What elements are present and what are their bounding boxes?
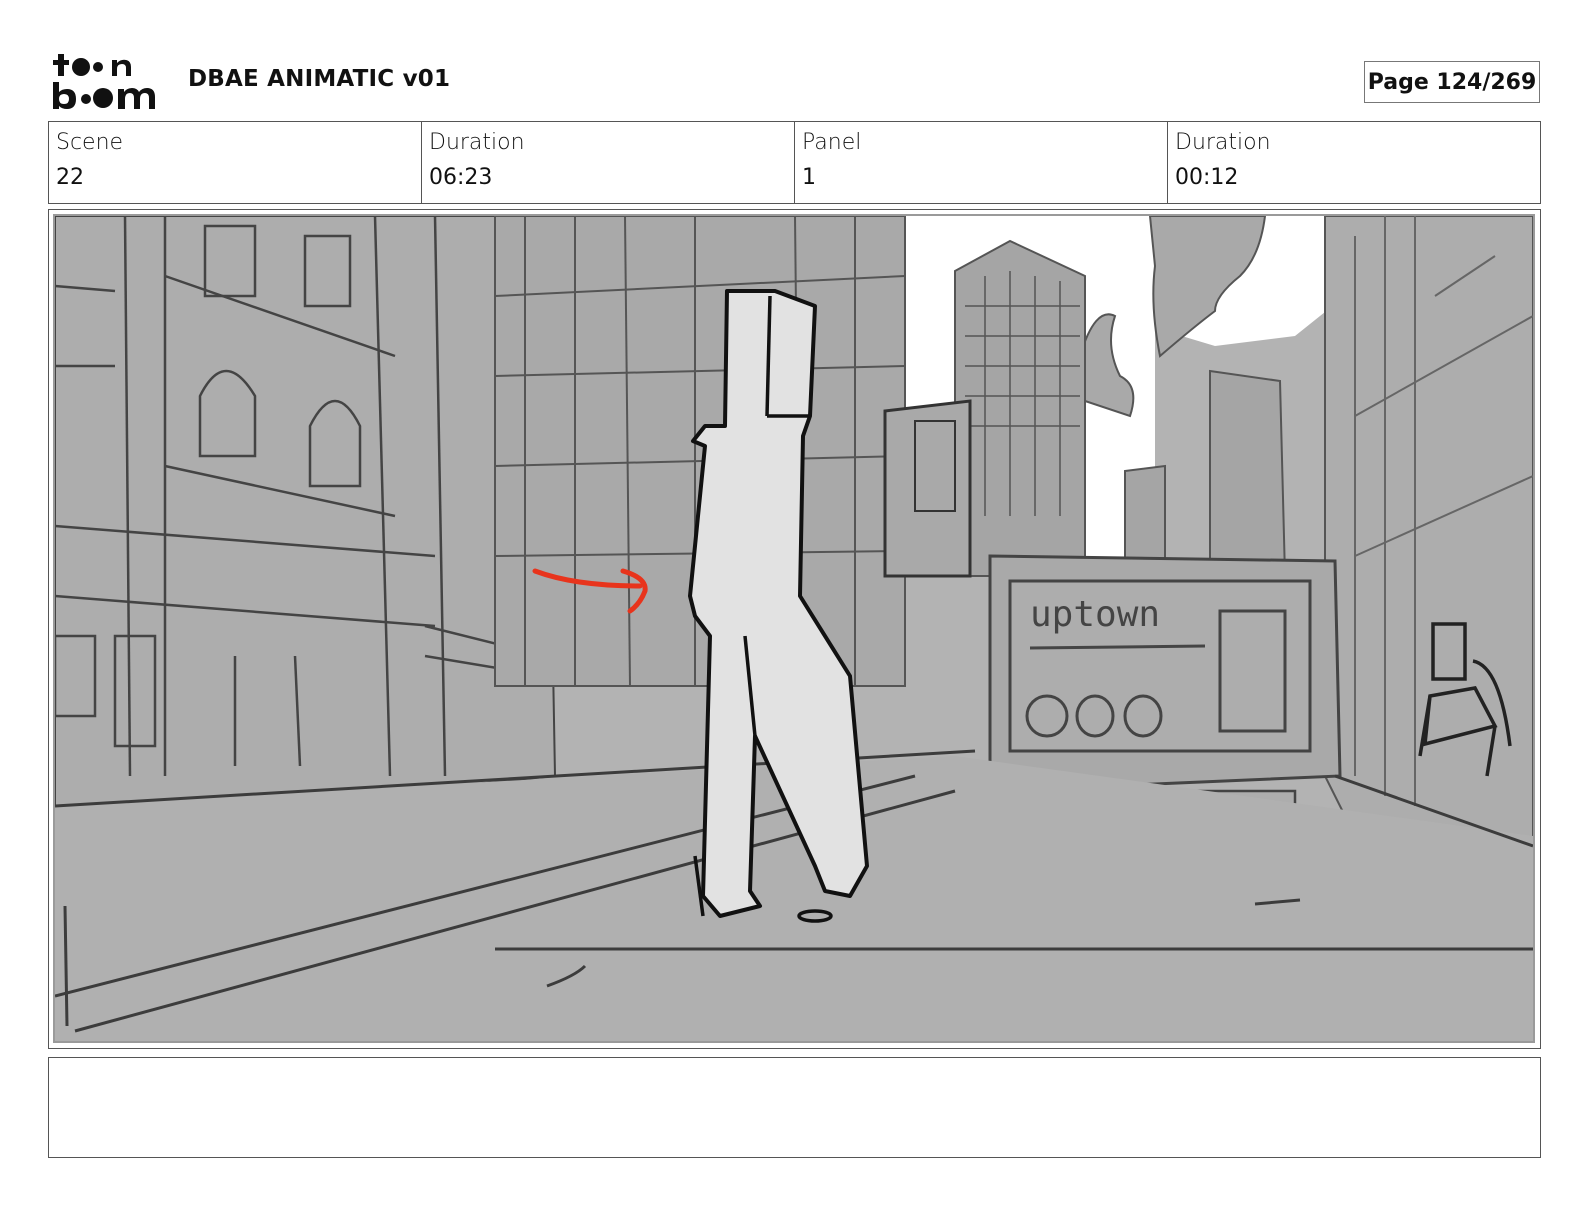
- scene-label: Scene: [56, 130, 124, 155]
- sketch-drawing: uptown: [55, 216, 1533, 1041]
- panel-notes-box[interactable]: [48, 1057, 1541, 1158]
- panel-duration-cell: Duration 00:12: [1168, 122, 1540, 203]
- panel-duration-label: Duration: [1175, 130, 1271, 155]
- panel-cell: Panel 1: [795, 122, 1168, 203]
- storyboard-panel-frame: uptown: [48, 209, 1541, 1049]
- sign-text: uptown: [1030, 594, 1160, 635]
- toon-boom-logo: [52, 52, 164, 110]
- storyboard-sketch: uptown: [53, 214, 1535, 1043]
- scene-info-table: Scene 22 Duration 06:23 Panel 1 Duration…: [48, 121, 1541, 204]
- panel-value: 1: [802, 165, 816, 190]
- scene-duration-cell: Duration 06:23: [422, 122, 795, 203]
- panel-duration-value: 00:12: [1175, 165, 1239, 190]
- page-indicator: Page 124/269: [1364, 61, 1540, 103]
- panel-label: Panel: [802, 130, 862, 155]
- document-title: DBAE ANIMATIC v01: [188, 66, 451, 92]
- scene-duration-label: Duration: [429, 130, 525, 155]
- scene-cell: Scene 22: [49, 122, 422, 203]
- scene-value: 22: [56, 165, 84, 190]
- scene-duration-value: 06:23: [429, 165, 493, 190]
